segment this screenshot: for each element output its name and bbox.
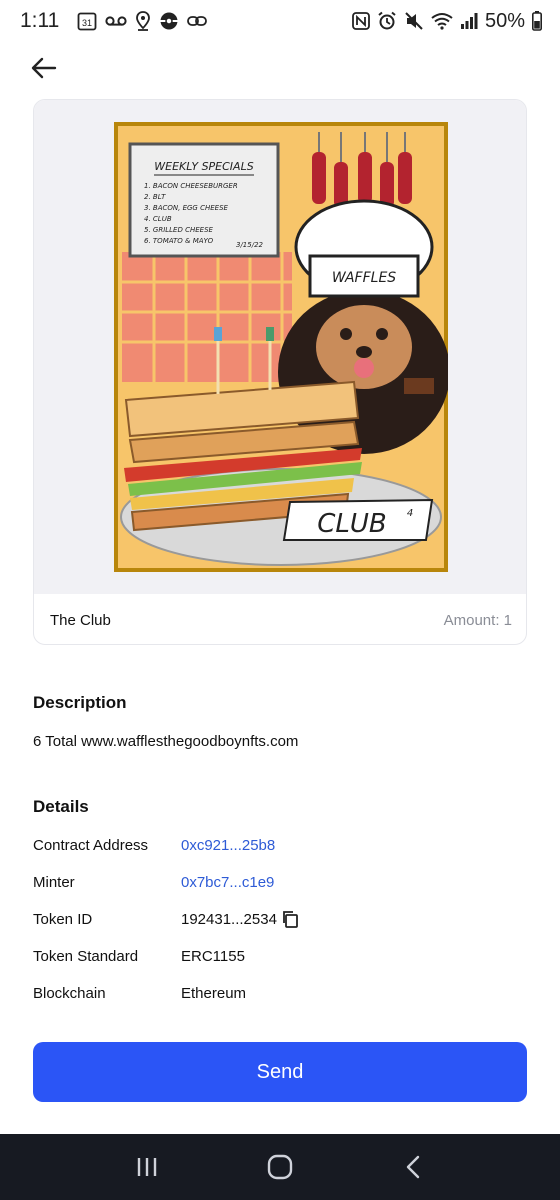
calendar-icon: 31	[77, 11, 97, 31]
nft-name: The Club	[50, 611, 111, 629]
nft-card[interactable]: WEEKLY SPECIALS 1. BACON CHEESEBURGER 2.…	[33, 99, 527, 645]
battery-percent: 50%	[484, 9, 525, 32]
nft-image-area: WEEKLY SPECIALS 1. BACON CHEESEBURGER 2.…	[34, 100, 526, 594]
detail-label: Token ID	[33, 910, 93, 928]
token-standard-value: ERC1155	[181, 947, 245, 965]
nfc-icon	[352, 12, 370, 30]
token-id-value-group: 192431...2534	[181, 910, 299, 928]
detail-row-token-id: Token ID 192431...2534	[33, 908, 527, 930]
menu-item: 1. BACON CHEESEBURGER	[144, 182, 238, 190]
mute-icon	[404, 11, 424, 31]
location-icon	[135, 11, 151, 31]
wifi-icon	[431, 12, 453, 30]
link-icon	[187, 14, 208, 28]
contract-address-link[interactable]: 0xc921...25b8	[181, 837, 275, 854]
description-text: 6 Total www.wafflesthegoodboynfts.com	[33, 733, 299, 750]
token-id-value: 192431...2534	[181, 910, 277, 928]
detail-row-blockchain: Blockchain Ethereum	[33, 982, 527, 1004]
alarm-icon	[377, 11, 397, 31]
copy-icon[interactable]	[281, 910, 299, 928]
send-button[interactable]: Send	[33, 1042, 527, 1102]
navigation-bar	[0, 1134, 560, 1200]
nft-artwork: WEEKLY SPECIALS 1. BACON CHEESEBURGER 2.…	[114, 122, 448, 572]
recent-apps-button[interactable]	[117, 1142, 177, 1192]
sign-number: 4	[407, 508, 413, 519]
home-icon	[267, 1154, 293, 1180]
status-right: 50%	[352, 10, 542, 33]
menu-item: 5. GRILLED CHEESE	[144, 226, 214, 234]
back-icon	[407, 1155, 420, 1179]
detail-label: Blockchain	[33, 984, 106, 1002]
status-bar: 1:11 31 50%	[0, 0, 560, 42]
menu-item: 4. CLUB	[144, 215, 172, 223]
blockchain-value: Ethereum	[181, 984, 247, 1002]
arrow-left-icon	[31, 57, 57, 79]
battery-icon	[532, 11, 542, 31]
calendar-day: 31	[82, 18, 92, 28]
detail-label: Token Standard	[33, 947, 139, 965]
nav-back-button[interactable]	[383, 1142, 443, 1192]
menu-item: 6. TOMATO & MAYO	[144, 237, 214, 245]
minter-address-link[interactable]: 0x7bc7...c1e9	[181, 874, 274, 891]
details-title: Details	[33, 797, 89, 816]
recent-apps-icon	[137, 1158, 156, 1176]
signal-icon	[460, 13, 478, 29]
voicemail-icon	[105, 14, 127, 28]
detail-label: Contract Address	[33, 836, 149, 854]
status-left: 1:11 31	[20, 9, 208, 33]
detail-row-minter: Minter 0x7bc7...c1e9	[33, 871, 527, 893]
menu-item: 3. BACON, EGG CHEESE	[144, 204, 229, 212]
nft-amount: Amount: 1	[443, 611, 512, 629]
detail-row-contract-address: Contract Address 0xc921...25b8	[33, 834, 527, 856]
detail-row-token-standard: Token Standard ERC1155	[33, 945, 527, 967]
hat-text: WAFFLES	[332, 270, 396, 286]
back-button[interactable]	[26, 50, 62, 86]
menu-item: 2. BLT	[144, 193, 166, 201]
detail-label: Minter	[33, 873, 75, 891]
sign-text: CLUB	[317, 509, 387, 539]
menu-title: WEEKLY SPECIALS	[154, 160, 253, 173]
status-time: 1:11	[20, 9, 60, 32]
pokeball-icon	[159, 11, 179, 31]
description-title: Description	[33, 693, 127, 712]
nft-footer: The Club Amount: 1	[34, 594, 526, 644]
menu-date: 3/15/22	[236, 241, 264, 249]
home-button[interactable]	[250, 1142, 310, 1192]
